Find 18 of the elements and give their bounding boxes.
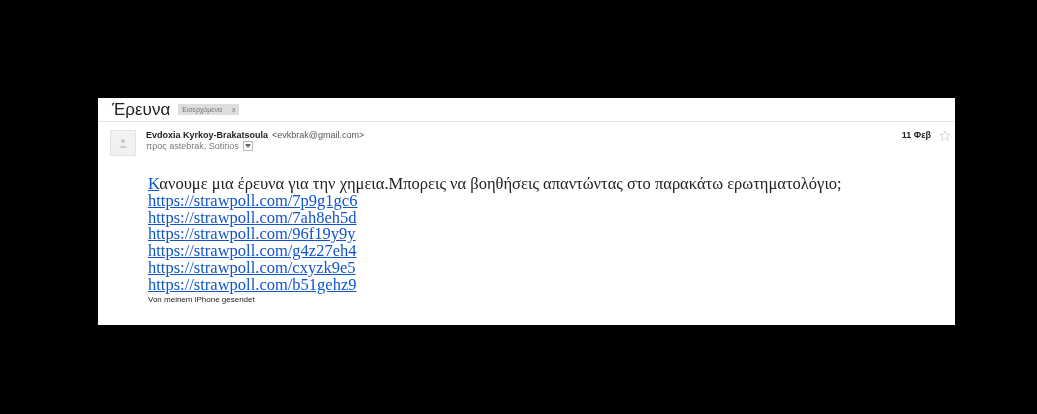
link[interactable]: https://strawpoll.com/7p9g1gc6	[148, 192, 358, 210]
message-text: Κανουμε μια έρευνα για την χημεια.Μπορεις να βοηθήσεις απαντώντας στο παρακάτω ερωτηματολόγιο;	[148, 176, 842, 193]
star-icon[interactable]	[939, 130, 951, 142]
email-subject: Έρευνα	[112, 99, 171, 120]
link[interactable]: https://strawpoll.com/96f19y9y	[148, 226, 356, 244]
link[interactable]: https://strawpoll.com/7ah8eh5d	[148, 209, 357, 227]
link[interactable]: Κ	[148, 174, 160, 193]
caret-icon	[244, 144, 251, 148]
sender-name: Evdoxia Kyrkoy-Brakatsoula	[146, 130, 269, 140]
signature: Von meinem iPhone gesendet	[148, 294, 255, 305]
sender-address: <evkbrak@gmail.com>	[272, 130, 365, 140]
email-date: 11 Φεβ	[901, 130, 931, 140]
link[interactable]: https://strawpoll.com/g4z27eh4	[148, 243, 357, 260]
link[interactable]: https://strawpoll.com/cxyzk9e5	[148, 260, 356, 277]
person-icon	[118, 138, 128, 148]
details-dropdown[interactable]	[242, 141, 253, 151]
recipients: προς astebrak, Sotirios	[146, 141, 239, 151]
link[interactable]: https://strawpoll.com/b51gehz9	[148, 276, 357, 294]
